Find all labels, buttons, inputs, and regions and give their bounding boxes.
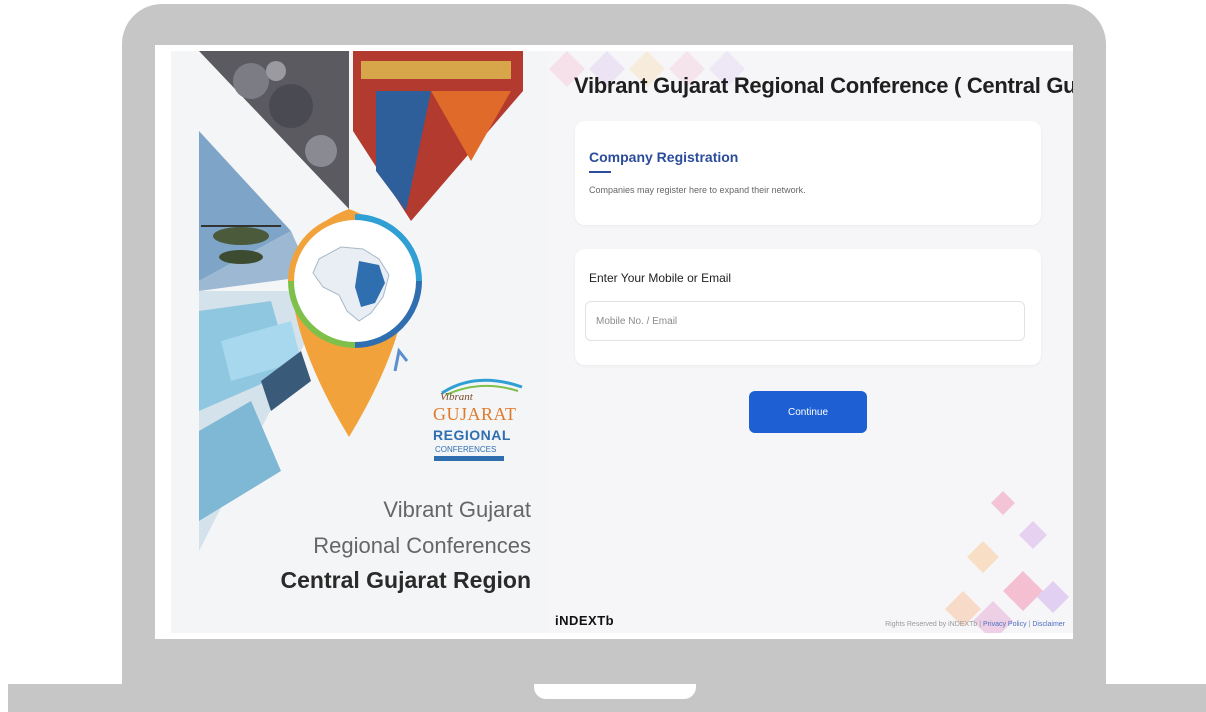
company-registration-card[interactable]: Company Registration Companies may regis… <box>575 121 1041 225</box>
title-underline <box>589 171 611 173</box>
logo-regional-text: REGIONAL <box>433 427 511 443</box>
footer-brand-logo: iNDEXTb <box>555 613 615 628</box>
login-card: Enter Your Mobile or Email <box>575 249 1041 365</box>
laptop-screen: Vibrant GUJARAT REGIONAL CONFERENCES Vib… <box>155 45 1073 639</box>
left-hero-panel: Vibrant GUJARAT REGIONAL CONFERENCES Vib… <box>171 51 547 633</box>
vgrc-logo: Vibrant GUJARAT REGIONAL CONFERENCES <box>426 361 530 471</box>
logo-conferences-text: CONFERENCES <box>435 445 497 454</box>
laptop-notch <box>534 684 696 699</box>
hero-title-line2: Regional Conferences <box>313 533 531 558</box>
logo-strip <box>434 456 504 461</box>
registration-description: Companies may register here to expand th… <box>589 185 806 195</box>
mobile-email-input[interactable] <box>585 301 1025 341</box>
footer-separator: | <box>979 621 982 628</box>
hero-title-line1: Vibrant Gujarat <box>383 497 531 522</box>
disclaimer-link[interactable]: Disclaimer <box>1032 621 1065 628</box>
decorative-diamonds-bottom <box>945 491 1069 633</box>
footer-separator: | <box>1028 621 1031 628</box>
rights-text: Rights Reserved by iNDEXTb <box>885 621 978 628</box>
registration-panel: Vibrant Gujarat Regional Conference ( Ce… <box>547 51 1073 633</box>
mobile-email-label: Enter Your Mobile or Email <box>589 271 732 285</box>
logo-gujarat-text: GUJARAT <box>433 404 517 424</box>
page-title: Vibrant Gujarat Regional Conference ( Ce… <box>574 73 1073 98</box>
logo-vibrant-text: Vibrant <box>440 391 473 403</box>
footer-links: Rights Reserved by iNDEXTb | Privacy Pol… <box>885 621 1065 628</box>
hero-title-line3: Central Gujarat Region <box>280 567 531 593</box>
registration-title: Company Registration <box>589 149 739 165</box>
privacy-policy-link[interactable]: Privacy Policy <box>983 621 1027 628</box>
continue-button[interactable]: Continue <box>749 391 867 433</box>
